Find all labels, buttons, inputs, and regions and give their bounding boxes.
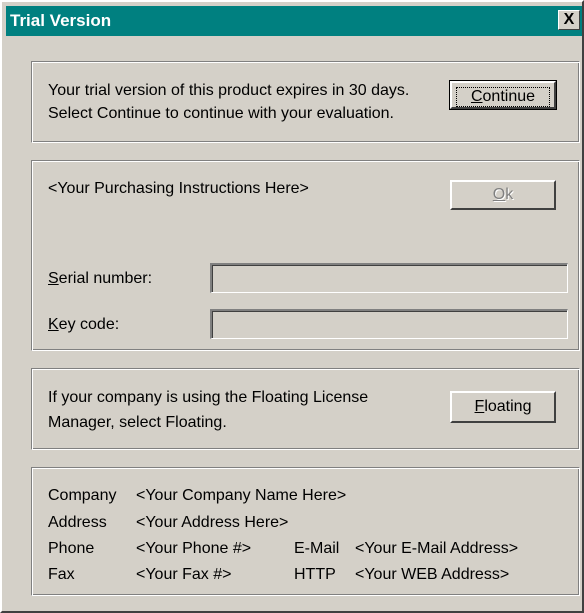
trial-dialog: Trial Version X Your trial version of th… [0, 0, 584, 613]
fax-value: <Your Fax #> [136, 566, 232, 583]
purchase-group: <Your Purchasing Instructions Here> Ok S… [31, 160, 580, 351]
floating-button[interactable]: Floating [450, 391, 556, 423]
http-label: HTTP [294, 566, 336, 583]
address-value: <Your Address Here> [136, 514, 289, 531]
contact-group: Company <Your Company Name Here> Address… [31, 467, 580, 596]
expiry-group: Your trial version of this product expir… [31, 61, 580, 143]
company-label: Company [48, 487, 117, 504]
floating-group: If your company is using the Floating Li… [31, 368, 580, 450]
email-value: <Your E-Mail Address> [355, 540, 519, 557]
close-button[interactable]: X [558, 10, 580, 30]
purchase-instructions: <Your Purchasing Instructions Here> [48, 180, 309, 197]
serial-number-input[interactable] [210, 263, 568, 293]
key-code-label: Key code: [48, 316, 120, 333]
window-title: Trial Version [10, 11, 112, 30]
http-value: <Your WEB Address> [355, 566, 510, 583]
company-value: <Your Company Name Here> [136, 487, 347, 504]
fax-label: Fax [48, 566, 75, 583]
ok-button[interactable]: Ok [450, 180, 556, 210]
expiry-line-2: Select Continue to continue with your ev… [48, 105, 394, 122]
continue-label: Continue [455, 87, 551, 107]
phone-value: <Your Phone #> [136, 540, 252, 557]
address-label: Address [48, 514, 107, 531]
phone-label: Phone [48, 540, 95, 557]
continue-button[interactable]: Continue [449, 80, 557, 110]
title-bar: Trial Version X [6, 6, 582, 36]
expiry-line-1: Your trial version of this product expir… [48, 82, 410, 99]
serial-number-label: Serial number: [48, 270, 153, 287]
email-label: E-Mail [294, 540, 340, 557]
key-code-input[interactable] [210, 309, 568, 339]
floating-line-2: Manager, select Floating. [48, 414, 227, 431]
floating-line-1: If your company is using the Floating Li… [48, 389, 369, 406]
close-icon: X [563, 11, 575, 28]
